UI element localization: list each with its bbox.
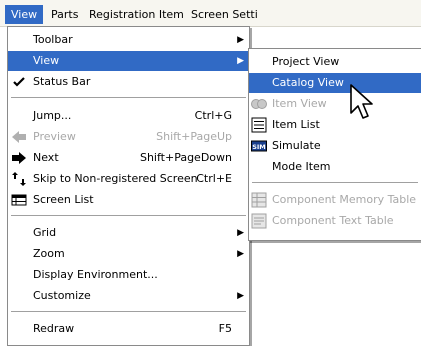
menu-item-label: Item List: [272, 118, 320, 131]
menu-item-label: Next: [33, 151, 59, 164]
submenu-item-project-view[interactable]: Project View: [249, 52, 421, 72]
menu-item-shortcut: Ctrl+G: [194, 109, 232, 122]
menu-item-screen-list[interactable]: Screen List: [8, 190, 249, 210]
svg-text:SIM: SIM: [252, 143, 266, 151]
menu-item-label: Simulate: [272, 139, 321, 152]
menu-item-label: Screen List: [33, 193, 94, 206]
menu-item-label: Skip to Non-registered Screen: [33, 172, 198, 185]
submenu-item-mode-item[interactable]: Mode Item: [249, 157, 421, 177]
view-submenu: Project View Catalog View Item View Item…: [248, 48, 421, 241]
menu-item-preview[interactable]: Preview Shift+PageUp: [8, 127, 249, 147]
menu-item-label: Redraw: [33, 322, 75, 335]
submenu-item-component-text-table[interactable]: Component Text Table: [249, 211, 421, 231]
menu-item-next[interactable]: Next Shift+PageDown: [8, 148, 249, 168]
menu-item-label: Component Text Table: [272, 214, 394, 227]
submenu-arrow-icon: ▶: [237, 249, 244, 259]
right-arrow-icon: [12, 152, 26, 164]
submenu-item-item-view[interactable]: Item View: [249, 94, 421, 114]
menu-item-label: View: [33, 54, 60, 67]
menu-item-view[interactable]: View ▶: [8, 51, 249, 71]
submenu-item-catalog-view[interactable]: Catalog View: [249, 73, 421, 93]
menu-item-label: Zoom: [33, 247, 65, 260]
menu-item-label: Catalog View: [272, 76, 344, 89]
menu-item-label: Mode Item: [272, 160, 331, 173]
menu-separator: [11, 97, 246, 98]
submenu-arrow-icon: ▶: [237, 291, 244, 301]
menu-item-toolbar[interactable]: Toolbar ▶: [8, 30, 249, 50]
item-list-icon: [251, 117, 267, 133]
memory-table-icon: [251, 192, 267, 208]
item-view-icon: [251, 99, 267, 109]
menu-item-customize[interactable]: Customize ▶: [8, 286, 249, 306]
menu-bar: View Parts Registration Item Screen Sett…: [0, 0, 421, 27]
menu-item-shortcut: Shift+PageDown: [139, 151, 232, 164]
menu-item-jump[interactable]: Jump... Ctrl+G: [8, 106, 249, 126]
menu-parts[interactable]: Parts: [45, 5, 84, 24]
menu-item-label: Jump...: [33, 109, 72, 122]
menu-item-label: Component Memory Table: [272, 193, 417, 206]
menu-item-label: Preview: [33, 130, 76, 143]
menu-item-shortcut: Shift+PageUp: [156, 130, 232, 143]
menu-item-skip[interactable]: Skip to Non-registered Screen Ctrl+E: [8, 169, 249, 189]
menu-item-label: Status Bar: [33, 75, 91, 88]
menu-item-zoom[interactable]: Zoom ▶: [8, 244, 249, 264]
text-table-icon: [251, 213, 267, 229]
submenu-item-item-list[interactable]: Item List: [249, 115, 421, 135]
menu-item-shortcut: Ctrl+E: [196, 172, 232, 185]
menu-view[interactable]: View: [5, 5, 44, 24]
submenu-item-component-memory-table[interactable]: Component Memory Table: [249, 190, 421, 210]
skip-arrows-icon: [12, 172, 26, 186]
menu-item-redraw[interactable]: Redraw F5: [8, 319, 249, 339]
menu-item-label: Item View: [272, 97, 327, 110]
menu-item-grid[interactable]: Grid ▶: [8, 223, 249, 243]
menu-item-label: Grid: [33, 226, 57, 239]
submenu-arrow-icon: ▶: [237, 35, 244, 45]
menu-item-status-bar[interactable]: Status Bar: [8, 72, 249, 92]
submenu-item-simulate[interactable]: SIM Simulate: [249, 136, 421, 156]
menu-item-display-environment[interactable]: Display Environment...: [8, 265, 249, 285]
simulate-icon: SIM: [251, 140, 267, 152]
screen-list-icon: [11, 194, 27, 206]
submenu-arrow-icon: ▶: [237, 56, 244, 66]
menu-item-label: Toolbar: [33, 33, 73, 46]
left-arrow-icon: [12, 131, 26, 143]
menu-separator: [252, 182, 418, 183]
menu-item-label: Project View: [272, 55, 340, 68]
menu-item-label: Display Environment...: [33, 268, 158, 281]
menu-registration-item[interactable]: Registration Item: [83, 5, 190, 24]
menu-screen-settings[interactable]: Screen Setti: [185, 5, 264, 24]
view-menu-dropdown: Toolbar ▶ View ▶ Status Bar Jump... Ctrl…: [7, 26, 250, 346]
submenu-arrow-icon: ▶: [237, 228, 244, 238]
check-icon: [13, 77, 25, 87]
menu-item-shortcut: F5: [218, 322, 232, 335]
menu-separator: [11, 311, 246, 312]
mouse-cursor-icon: [350, 84, 373, 119]
menu-separator: [11, 215, 246, 216]
menu-item-label: Customize: [33, 289, 91, 302]
